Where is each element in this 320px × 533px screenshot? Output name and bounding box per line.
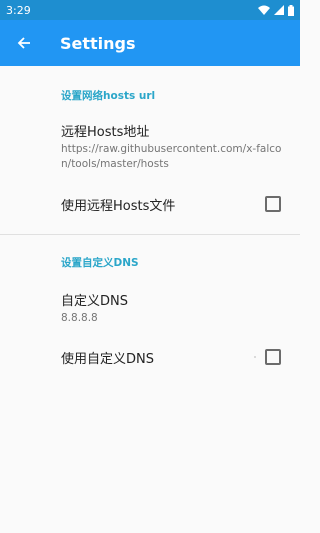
toolbar: Settings [0,20,300,66]
back-button[interactable] [2,20,46,66]
pref-custom-dns[interactable]: 自定义DNS 8.8.8.8 [0,269,300,336]
wifi-icon [258,5,270,15]
pref-remote-hosts-url[interactable]: 远程Hosts地址 https://raw.githubusercontent.… [0,102,300,181]
use-remote-hosts-checkbox[interactable] [265,196,281,212]
section-header-dns: 设置自定义DNS [61,257,139,269]
status-time: 3:29 [6,3,31,17]
section-header-hosts: 设置网络hosts url [61,90,156,102]
pref-title: 使用自定义DNS [61,351,154,367]
arrow-left-icon [17,37,30,49]
battery-icon [288,4,294,16]
ripple-dot [254,356,256,358]
status-bar: 3:29 [0,0,300,20]
use-custom-dns-checkbox[interactable] [265,349,281,365]
pref-use-custom-dns[interactable]: 使用自定义DNS [0,336,300,378]
pref-title: 自定义DNS [61,294,128,309]
signal-icon [274,5,284,15]
pref-use-remote-hosts[interactable]: 使用远程Hosts文件 [0,181,300,227]
pref-title: 远程Hosts地址 [61,125,150,140]
pref-summary: https://raw.githubusercontent.com/x-falc… [61,143,282,170]
page-title: Settings [60,33,136,53]
status-icons [258,4,294,16]
pref-title: 使用远程Hosts文件 [61,198,176,214]
pref-summary: 8.8.8.8 [61,312,98,324]
